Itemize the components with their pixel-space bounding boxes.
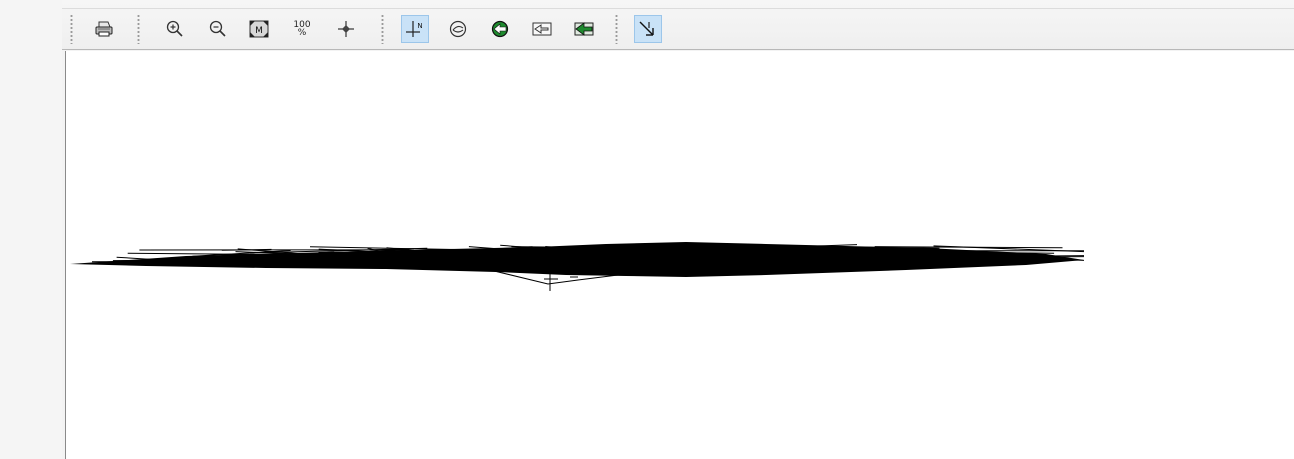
toolbar-grip[interactable] <box>137 14 140 44</box>
zoom-extents-icon: M <box>249 20 269 38</box>
toolbar-divider <box>62 8 1294 9</box>
section-drawing <box>70 242 1085 291</box>
drawing-line <box>657 255 799 258</box>
printer-icon <box>95 21 113 37</box>
zoom-100-button[interactable]: 100 % <box>288 15 316 43</box>
toolbar-grip[interactable] <box>381 14 384 44</box>
north-label: N <box>417 22 422 30</box>
zoom-in-icon <box>166 20 183 37</box>
rotate-view-button[interactable] <box>444 15 472 43</box>
zoom-100-percent-icon: 100 % <box>293 21 310 38</box>
app-window: M 100 % N <box>0 0 1294 459</box>
green-shape-icon <box>574 22 594 36</box>
toolbar-grip[interactable] <box>70 14 73 44</box>
navigate-button[interactable] <box>486 15 514 43</box>
zoom-in-button[interactable] <box>161 15 189 43</box>
zoom-out-button[interactable] <box>204 15 232 43</box>
zoom-100-percent-sign: % <box>297 28 307 38</box>
zoom-extents-button[interactable]: M <box>245 15 273 43</box>
north-axis-icon: N <box>406 21 423 37</box>
zoom-out-icon <box>209 20 226 37</box>
green-shape-button[interactable] <box>570 15 598 43</box>
left-panel <box>0 0 62 459</box>
direction-arrow-icon <box>639 21 654 36</box>
rotate-view-icon <box>449 20 467 38</box>
north-axis-button[interactable]: N <box>401 15 429 43</box>
outline-shape-button[interactable] <box>528 15 556 43</box>
drawing-canvas[interactable] <box>65 51 1294 459</box>
outline-shape-icon <box>532 22 552 36</box>
center-view-button[interactable] <box>332 15 360 43</box>
crosshair-icon <box>338 21 354 37</box>
direction-button[interactable] <box>634 15 662 43</box>
toolbar-separator <box>615 14 618 44</box>
green-navigate-icon <box>491 20 509 38</box>
zoom-extents-label: M <box>255 26 263 36</box>
print-button[interactable] <box>90 15 118 43</box>
